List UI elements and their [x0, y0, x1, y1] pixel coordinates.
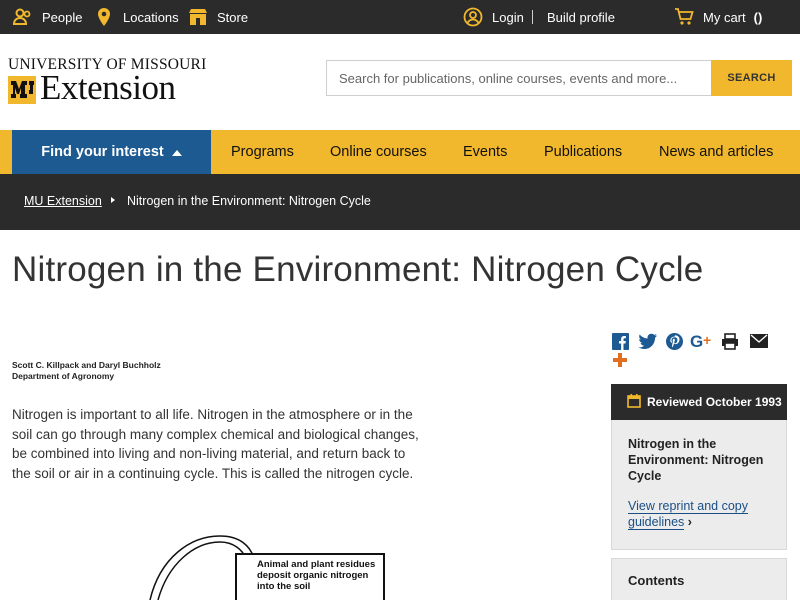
contents-title: Contents: [628, 573, 685, 588]
people-icon: [12, 6, 34, 28]
nav-publications[interactable]: Publications: [544, 130, 622, 174]
share-bar: G +: [610, 330, 790, 370]
breadcrumb-arrow-icon: [111, 197, 115, 203]
reviewed-date: Reviewed October 1993: [647, 395, 782, 409]
svg-text:+: +: [703, 333, 711, 348]
author-block: Scott C. Killpack and Daryl Buchholz Dep…: [12, 360, 161, 382]
publication-info-panel: Nitrogen in the Environment: Nitrogen Cy…: [611, 420, 787, 550]
find-your-interest-button[interactable]: Find your interest: [12, 130, 211, 174]
chevron-right-icon: ›: [687, 515, 692, 529]
locations-link[interactable]: Locations: [93, 0, 179, 34]
twitter-icon[interactable]: [638, 331, 658, 351]
nitrogen-cycle-diagram: Animal and plant residues deposit organi…: [130, 528, 400, 600]
search-button[interactable]: SEARCH: [711, 60, 792, 96]
store-icon: [187, 6, 209, 28]
site-header: UNIVERSITY OF MISSOURI Extension SEARCH: [0, 34, 800, 130]
calendar-icon: [627, 393, 641, 411]
build-profile-link[interactable]: Build profile: [547, 0, 615, 34]
authors: Scott C. Killpack and Daryl Buchholz: [12, 360, 161, 370]
plus-icon[interactable]: [610, 350, 630, 370]
login-label: Login: [492, 9, 524, 25]
department: Department of Agronomy: [12, 371, 115, 381]
caret-up-icon: [171, 144, 182, 160]
site-logo[interactable]: UNIVERSITY OF MISSOURI Extension: [8, 56, 206, 108]
cart-label: My cart: [703, 9, 746, 25]
nav-news-and-articles[interactable]: News and articles: [659, 130, 773, 174]
reviewed-header: Reviewed October 1993: [611, 384, 787, 420]
pinterest-icon[interactable]: [664, 331, 684, 351]
map-pin-icon: [93, 6, 115, 28]
nav-programs[interactable]: Programs: [231, 130, 294, 174]
svg-text:G: G: [690, 333, 703, 350]
main-nav: Find your interest Programs Online cours…: [0, 130, 800, 174]
logo-extension: Extension: [40, 68, 176, 107]
cart-count: (): [753, 9, 763, 25]
publication-title: Nitrogen in the Environment: Nitrogen Cy…: [628, 437, 764, 483]
topbar-separator: [532, 10, 533, 24]
breadcrumb-home-link[interactable]: MU Extension: [24, 194, 102, 208]
cart-icon: [673, 6, 695, 28]
build-profile-label: Build profile: [547, 9, 615, 25]
contents-panel: Contents: [611, 558, 787, 600]
nav-events[interactable]: Events: [463, 130, 507, 174]
page-title: Nitrogen in the Environment: Nitrogen Cy…: [12, 250, 704, 289]
login-link[interactable]: Login: [462, 0, 524, 34]
breadcrumb-current: Nitrogen in the Environment: Nitrogen Cy…: [127, 194, 371, 208]
user-icon: [462, 6, 484, 28]
publication-sidebar: Reviewed October 1993 Nitrogen in the En…: [611, 384, 787, 550]
intro-paragraph: Nitrogen is important to all life. Nitro…: [12, 407, 419, 481]
utility-bar: People Locations Store Login Build profi…: [0, 0, 800, 34]
locations-label: Locations: [123, 9, 179, 25]
google-plus-icon[interactable]: G +: [690, 331, 716, 351]
search-bar: SEARCH: [326, 60, 792, 96]
diagram-label-box: Animal and plant residues deposit organi…: [235, 553, 385, 600]
store-link[interactable]: Store: [187, 0, 248, 34]
facebook-icon[interactable]: [610, 331, 630, 351]
breadcrumb: MU Extension Nitrogen in the Environment…: [0, 174, 800, 230]
print-icon[interactable]: [720, 331, 740, 351]
people-label: People: [42, 9, 83, 25]
find-your-interest-label: Find your interest: [41, 144, 164, 160]
email-icon[interactable]: [749, 331, 769, 351]
store-label: Store: [217, 9, 249, 25]
search-input[interactable]: [326, 60, 712, 96]
nav-online-courses[interactable]: Online courses: [330, 130, 427, 174]
people-link[interactable]: People: [12, 0, 82, 34]
cart-link[interactable]: My cart (): [673, 0, 762, 34]
mu-logo-icon: [8, 76, 36, 104]
reprint-guidelines-link[interactable]: View reprint and copy guidelines ›: [628, 498, 770, 530]
